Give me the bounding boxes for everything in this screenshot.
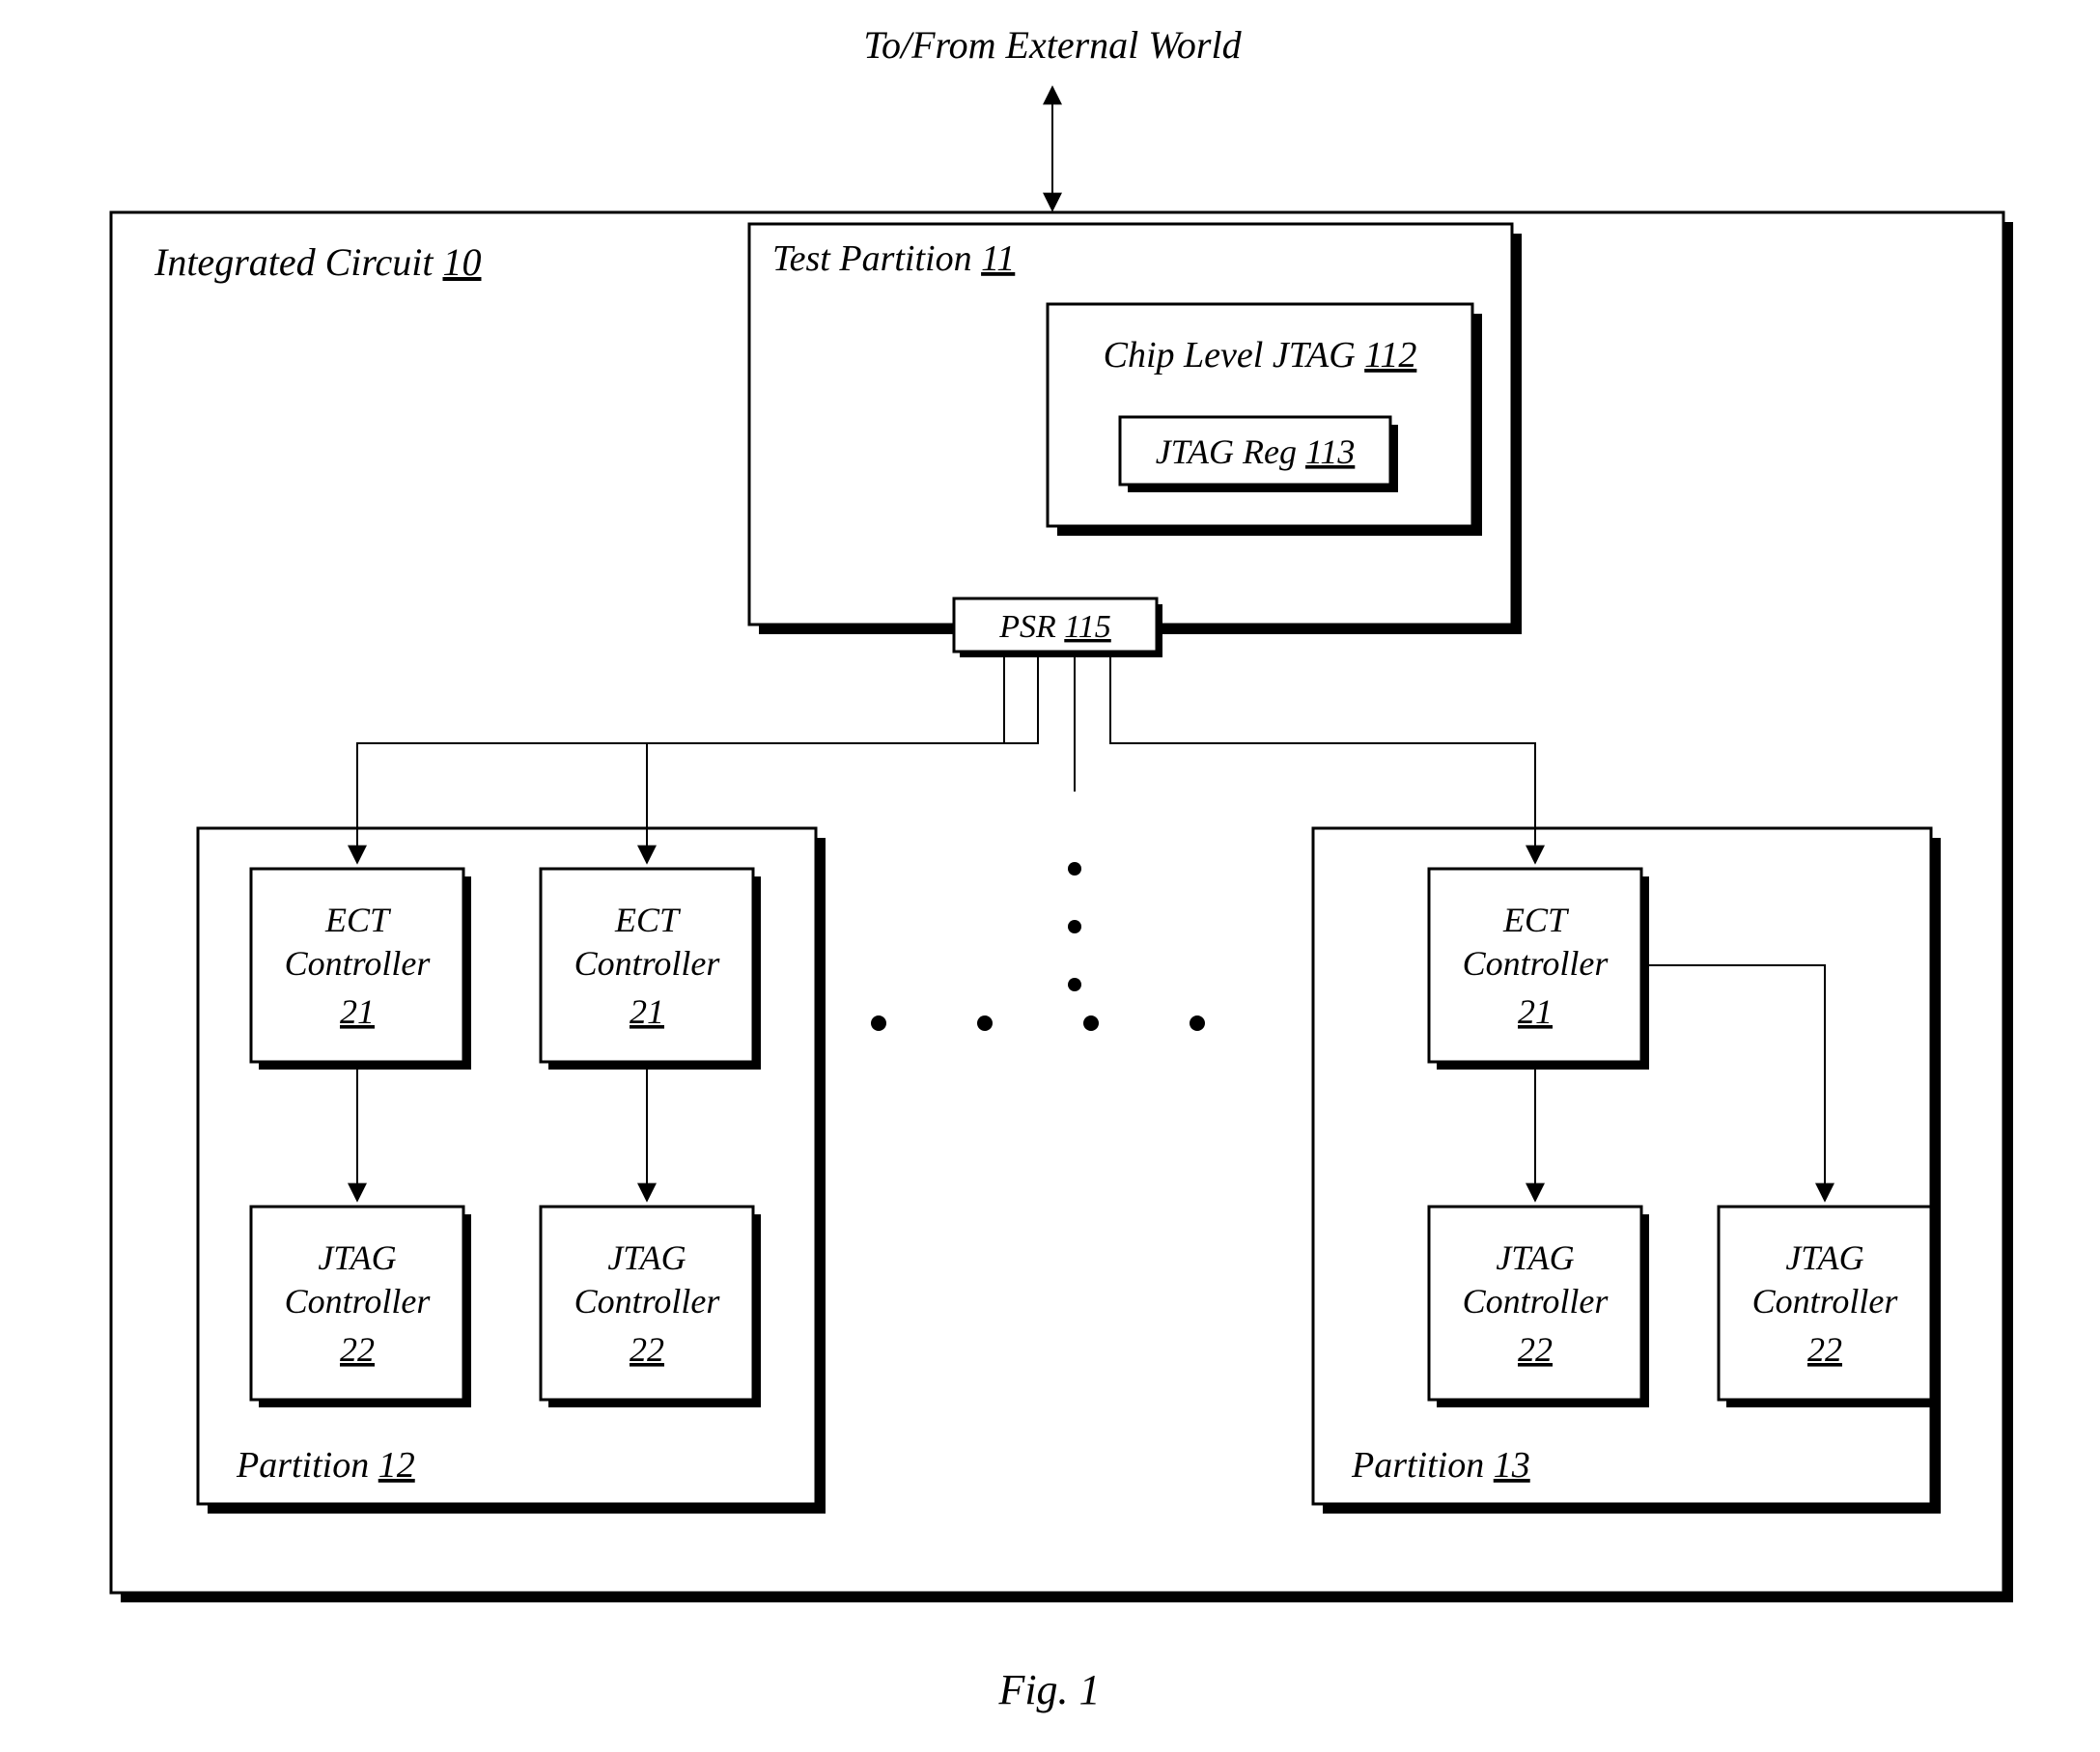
ic-label: Integrated Circuit 10 <box>154 240 481 284</box>
vdots-1 <box>1068 862 1081 876</box>
svg-text:ECT: ECT <box>324 901 392 939</box>
jtag-reg-label: JTAG Reg 113 <box>1156 432 1356 471</box>
hdots-3 <box>1083 1015 1099 1031</box>
psr-label: PSR 115 <box>998 609 1111 645</box>
p13-ect: ECT Controller 21 <box>1429 869 1649 1070</box>
vdots-3 <box>1068 978 1081 991</box>
hdots-2 <box>977 1015 993 1031</box>
svg-text:Controller: Controller <box>574 944 721 983</box>
svg-text:21: 21 <box>1518 992 1553 1031</box>
svg-text:Controller: Controller <box>1752 1282 1899 1321</box>
svg-text:Controller: Controller <box>1463 944 1610 983</box>
svg-text:21: 21 <box>340 992 375 1031</box>
svg-text:JTAG: JTAG <box>318 1238 396 1277</box>
svg-text:ECT: ECT <box>614 901 682 939</box>
chip-jtag-label: Chip Level JTAG 112 <box>1104 335 1417 375</box>
hdots-4 <box>1190 1015 1205 1031</box>
p12-jtag-1: JTAG Controller 22 <box>251 1207 471 1407</box>
p12-jtag-2: JTAG Controller 22 <box>541 1207 761 1407</box>
figure-label: Fig. 1 <box>997 1666 1100 1713</box>
diagram-canvas: To/From External World Integrated Circui… <box>0 0 2100 1752</box>
svg-text:Controller: Controller <box>574 1282 721 1321</box>
svg-text:JTAG: JTAG <box>607 1238 686 1277</box>
svg-text:JTAG: JTAG <box>1785 1238 1863 1277</box>
test-partition-label: Test Partition 11 <box>772 238 1015 279</box>
svg-text:22: 22 <box>1807 1330 1842 1369</box>
svg-text:JTAG: JTAG <box>1496 1238 1574 1277</box>
p12-ect-2: ECT Controller 21 <box>541 869 761 1070</box>
svg-text:22: 22 <box>630 1330 664 1369</box>
partition12-label: Partition 12 <box>236 1445 415 1486</box>
p13-jtag-1: JTAG Controller 22 <box>1429 1207 1649 1407</box>
svg-text:Controller: Controller <box>285 1282 432 1321</box>
hdots-1 <box>871 1015 886 1031</box>
svg-text:ECT: ECT <box>1502 901 1570 939</box>
partition13-label: Partition 13 <box>1351 1445 1530 1486</box>
external-world-label: To/From External World <box>863 23 1242 67</box>
svg-text:21: 21 <box>630 992 664 1031</box>
vdots-2 <box>1068 920 1081 933</box>
svg-text:Controller: Controller <box>1463 1282 1610 1321</box>
p12-ect-1: ECT Controller 21 <box>251 869 471 1070</box>
svg-text:22: 22 <box>340 1330 375 1369</box>
svg-text:Controller: Controller <box>285 944 432 983</box>
svg-text:22: 22 <box>1518 1330 1553 1369</box>
p13-jtag-2: JTAG Controller 22 <box>1719 1207 1939 1407</box>
